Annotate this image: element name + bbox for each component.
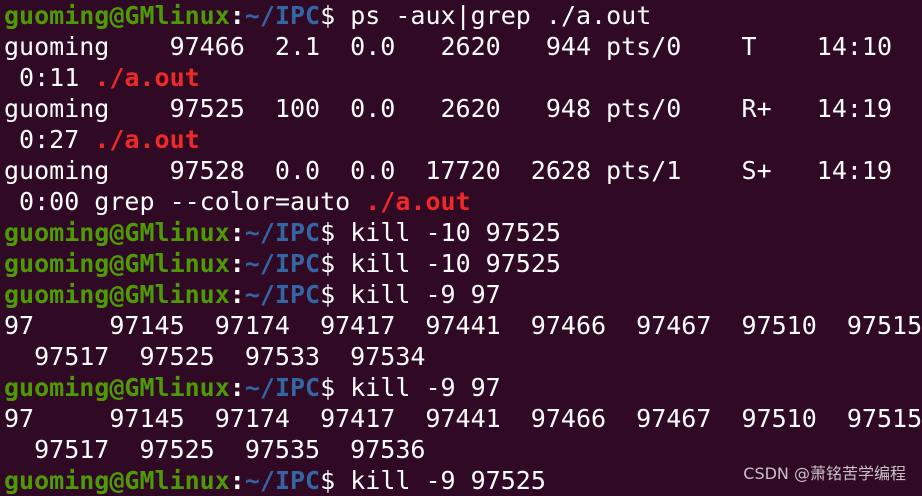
command-text: kill -9 97525 xyxy=(335,466,546,495)
output-text: guoming 97528 0.0 0.0 17720 2628 pts/1 S… xyxy=(4,156,893,185)
terminal-output[interactable]: guoming@GMlinux:~/IPC$ ps -aux|grep ./a.… xyxy=(4,0,922,495)
prompt-path: ~/IPC xyxy=(244,373,321,402)
prompt-separator: : xyxy=(229,280,245,309)
output-line: guoming 97525 100 0.0 2620 948 pts/0 R+ … xyxy=(4,93,922,124)
output-text: 97517 97525 97533 97534 xyxy=(4,342,426,371)
grep-match: ./a.out xyxy=(365,187,471,216)
prompt-line: guoming@GMlinux:~/IPC$ kill -9 97 xyxy=(4,279,922,310)
output-text: 0:00 grep --color=auto xyxy=(4,187,366,216)
prompt-dollar: $ xyxy=(320,218,336,247)
prompt-user-host: guoming@GMlinux xyxy=(4,218,230,247)
prompt-separator: : xyxy=(229,249,245,278)
prompt-user-host: guoming@GMlinux xyxy=(4,280,230,309)
grep-match: ./a.out xyxy=(94,63,200,92)
output-text: 0:11 xyxy=(4,63,95,92)
prompt-user-host: guoming@GMlinux xyxy=(4,249,230,278)
output-line: 0:00 grep --color=auto ./a.out xyxy=(4,186,922,217)
command-text: kill -10 97525 xyxy=(335,249,561,278)
command-text: kill -9 97 xyxy=(335,373,501,402)
prompt-line: guoming@GMlinux:~/IPC$ kill -10 97525 xyxy=(4,217,922,248)
prompt-line: guoming@GMlinux:~/IPC$ ps -aux|grep ./a.… xyxy=(4,0,922,31)
output-text: 0:27 xyxy=(4,125,95,154)
prompt-path: ~/IPC xyxy=(244,280,321,309)
output-line: 97517 97525 97533 97534 xyxy=(4,341,922,372)
output-text: 97 97145 97174 97417 97441 97466 97467 9… xyxy=(4,404,922,433)
output-line: 97 97145 97174 97417 97441 97466 97467 9… xyxy=(4,310,922,341)
prompt-dollar: $ xyxy=(320,1,336,30)
prompt-user-host: guoming@GMlinux xyxy=(4,466,230,495)
prompt-line: guoming@GMlinux:~/IPC$ kill -9 97 xyxy=(4,372,922,403)
prompt-path: ~/IPC xyxy=(244,249,321,278)
command-text: kill -10 97525 xyxy=(335,218,561,247)
prompt-dollar: $ xyxy=(320,280,336,309)
prompt-path: ~/IPC xyxy=(244,218,321,247)
prompt-user-host: guoming@GMlinux xyxy=(4,373,230,402)
prompt-dollar: $ xyxy=(320,249,336,278)
output-line: guoming 97466 2.1 0.0 2620 944 pts/0 T 1… xyxy=(4,31,922,62)
prompt-line: guoming@GMlinux:~/IPC$ kill -10 97525 xyxy=(4,248,922,279)
prompt-dollar: $ xyxy=(320,466,336,495)
command-text: ps -aux|grep ./a.out xyxy=(335,1,652,30)
csdn-watermark: CSDN @萧铭苦学编程 xyxy=(743,464,906,483)
prompt-path: ~/IPC xyxy=(244,466,321,495)
prompt-separator: : xyxy=(229,218,245,247)
prompt-separator: : xyxy=(229,1,245,30)
output-text: 97 97145 97174 97417 97441 97466 97467 9… xyxy=(4,311,922,340)
output-line: 97 97145 97174 97417 97441 97466 97467 9… xyxy=(4,403,922,434)
output-text: guoming 97525 100 0.0 2620 948 pts/0 R+ … xyxy=(4,94,893,123)
output-line: guoming 97528 0.0 0.0 17720 2628 pts/1 S… xyxy=(4,155,922,186)
output-line: 0:27 ./a.out xyxy=(4,124,922,155)
prompt-separator: : xyxy=(229,466,245,495)
output-text: guoming 97466 2.1 0.0 2620 944 pts/0 T 1… xyxy=(4,32,893,61)
prompt-separator: : xyxy=(229,373,245,402)
grep-match: ./a.out xyxy=(94,125,200,154)
prompt-path: ~/IPC xyxy=(244,1,321,30)
prompt-user-host: guoming@GMlinux xyxy=(4,1,230,30)
output-text: 97517 97525 97535 97536 xyxy=(4,435,426,464)
command-text: kill -9 97 xyxy=(335,280,501,309)
output-line: 0:11 ./a.out xyxy=(4,62,922,93)
prompt-dollar: $ xyxy=(320,373,336,402)
